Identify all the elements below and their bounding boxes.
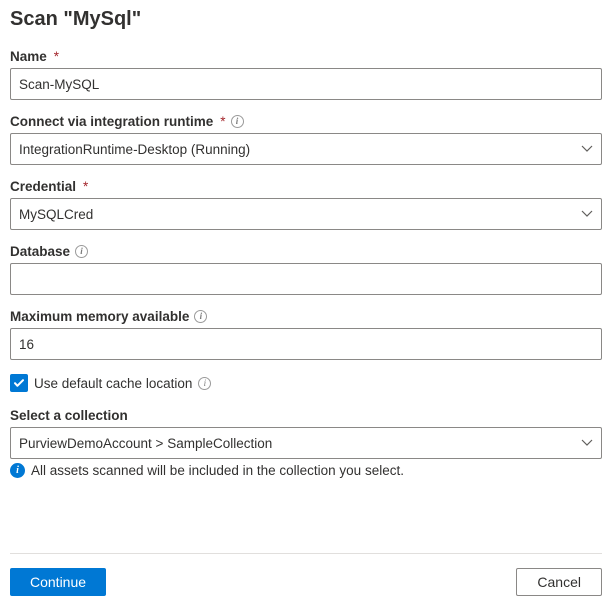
- label-memory: Maximum memory available i: [10, 309, 602, 324]
- field-runtime: Connect via integration runtime* i Integ…: [10, 114, 602, 165]
- info-icon[interactable]: i: [75, 245, 88, 258]
- info-icon[interactable]: i: [198, 377, 211, 390]
- collection-select[interactable]: PurviewDemoAccount > SampleCollection: [10, 427, 602, 459]
- required-marker: *: [83, 179, 88, 194]
- cache-label: Use default cache location: [34, 376, 192, 391]
- required-marker: *: [54, 49, 59, 64]
- required-marker: *: [220, 114, 225, 129]
- info-icon[interactable]: i: [194, 310, 207, 323]
- field-collection: Select a collection PurviewDemoAccount >…: [10, 408, 602, 478]
- database-input[interactable]: [10, 263, 602, 295]
- label-name: Name*: [10, 49, 602, 64]
- continue-button[interactable]: Continue: [10, 568, 106, 596]
- chevron-down-icon: [581, 439, 593, 447]
- label-collection: Select a collection: [10, 408, 602, 423]
- credential-select-value: MySQLCred: [19, 207, 575, 222]
- info-icon[interactable]: i: [231, 115, 244, 128]
- credential-select[interactable]: MySQLCred: [10, 198, 602, 230]
- label-credential: Credential*: [10, 179, 602, 194]
- field-cache: Use default cache location i: [10, 374, 602, 392]
- collection-select-value: PurviewDemoAccount > SampleCollection: [19, 436, 575, 451]
- info-badge-icon: i: [10, 463, 25, 478]
- field-memory: Maximum memory available i: [10, 309, 602, 360]
- field-name: Name*: [10, 49, 602, 100]
- field-database: Database i: [10, 244, 602, 295]
- field-credential: Credential* MySQLCred: [10, 179, 602, 230]
- page-title: Scan "MySql": [10, 8, 602, 31]
- label-database: Database i: [10, 244, 602, 259]
- runtime-select[interactable]: IntegrationRuntime-Desktop (Running): [10, 133, 602, 165]
- cache-checkbox[interactable]: [10, 374, 28, 392]
- cancel-button[interactable]: Cancel: [516, 568, 602, 596]
- runtime-select-value: IntegrationRuntime-Desktop (Running): [19, 142, 575, 157]
- memory-input[interactable]: [10, 328, 602, 360]
- collection-hint-text: All assets scanned will be included in t…: [31, 463, 404, 478]
- name-input[interactable]: [10, 68, 602, 100]
- chevron-down-icon: [581, 145, 593, 153]
- label-runtime: Connect via integration runtime* i: [10, 114, 602, 129]
- collection-hint: i All assets scanned will be included in…: [10, 463, 602, 478]
- footer: Continue Cancel: [10, 553, 602, 596]
- chevron-down-icon: [581, 210, 593, 218]
